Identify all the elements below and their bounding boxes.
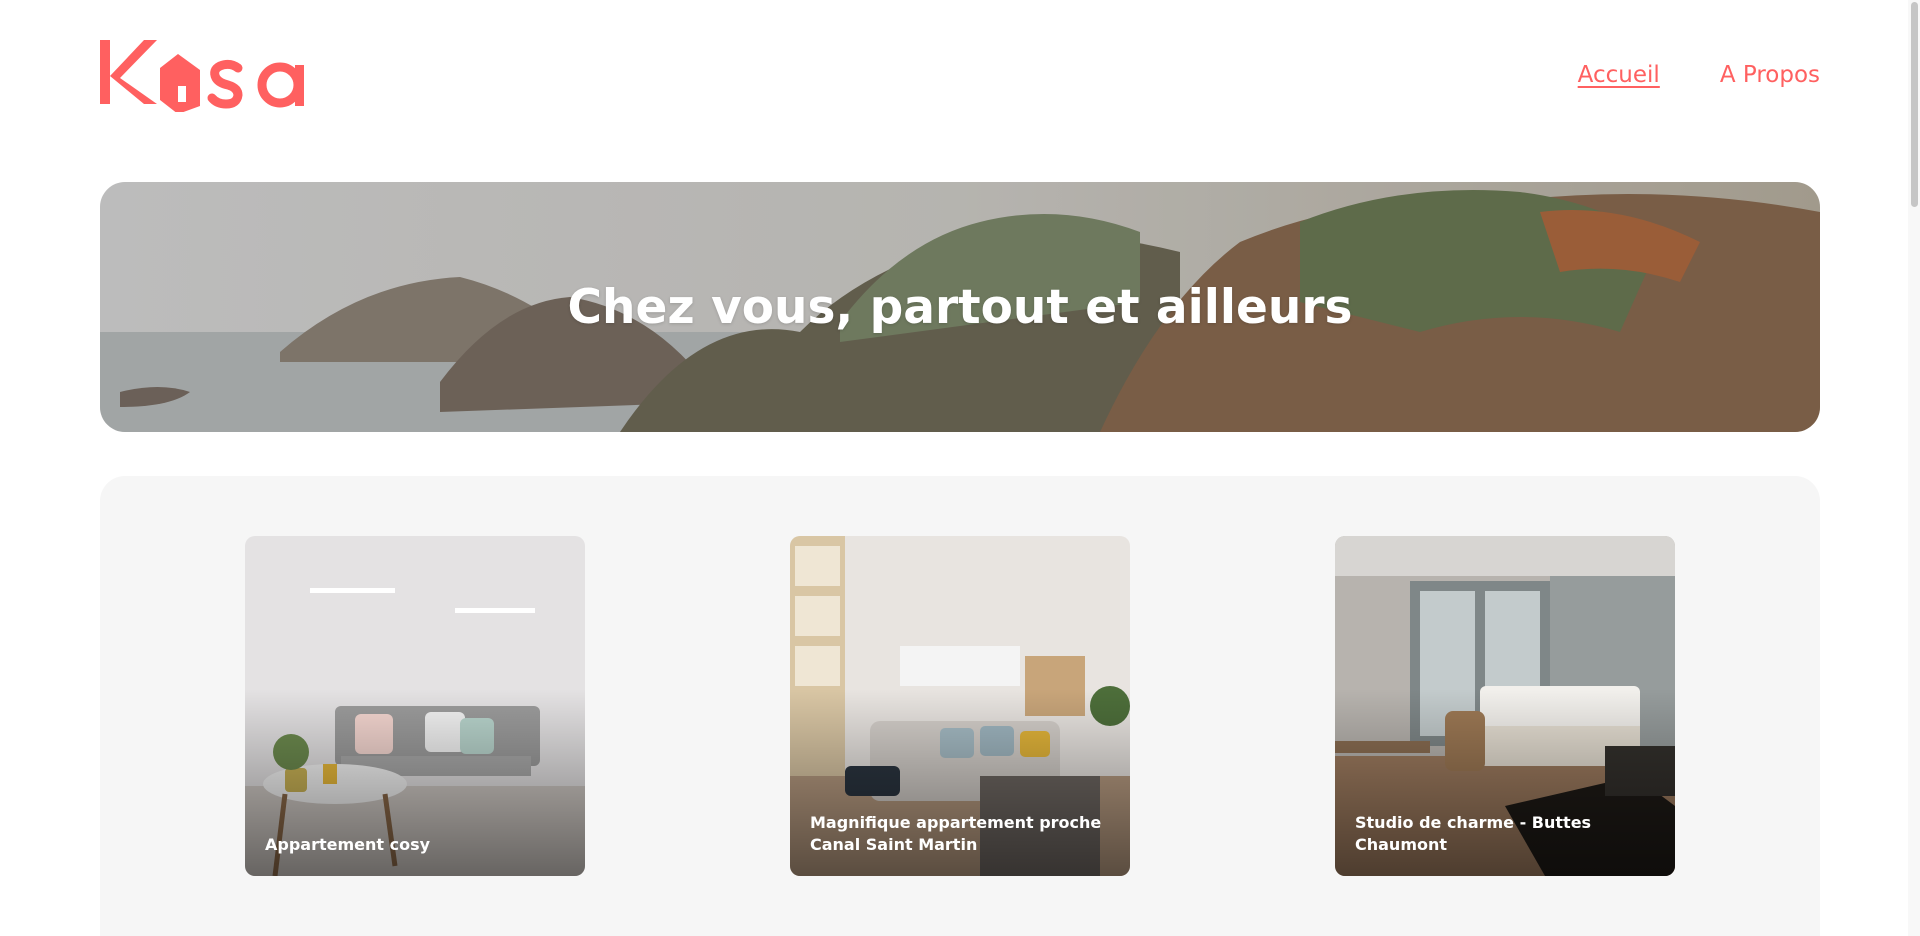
listing-card[interactable]: Studio de charme - Buttes Chaumont: [1335, 536, 1675, 876]
page-scrollbar[interactable]: [1908, 0, 1920, 936]
banner-title: Chez vous, partout et ailleurs: [567, 279, 1353, 335]
card-overlay: [245, 536, 585, 876]
card-title: Magnifique appartement proche Canal Sain…: [810, 813, 1102, 854]
card-title: Studio de charme - Buttes Chaumont: [1355, 813, 1592, 854]
site-header: Accueil A Propos: [100, 38, 1820, 114]
card-title: Appartement cosy: [265, 835, 431, 854]
listing-card[interactable]: Appartement cosy: [245, 536, 585, 876]
nav-link-a-propos[interactable]: A Propos: [1720, 60, 1820, 90]
main-nav: Accueil A Propos: [1578, 60, 1820, 90]
listing-card[interactable]: Magnifique appartement proche Canal Sain…: [790, 536, 1130, 876]
nav-link-accueil[interactable]: Accueil: [1578, 60, 1660, 90]
listings-gallery: Appartement cosy Magnifique appartement …: [100, 476, 1820, 936]
scrollbar-thumb[interactable]: [1911, 2, 1918, 207]
hero-banner: Chez vous, partout et ailleurs: [100, 182, 1820, 432]
kasa-logo[interactable]: [100, 38, 312, 114]
